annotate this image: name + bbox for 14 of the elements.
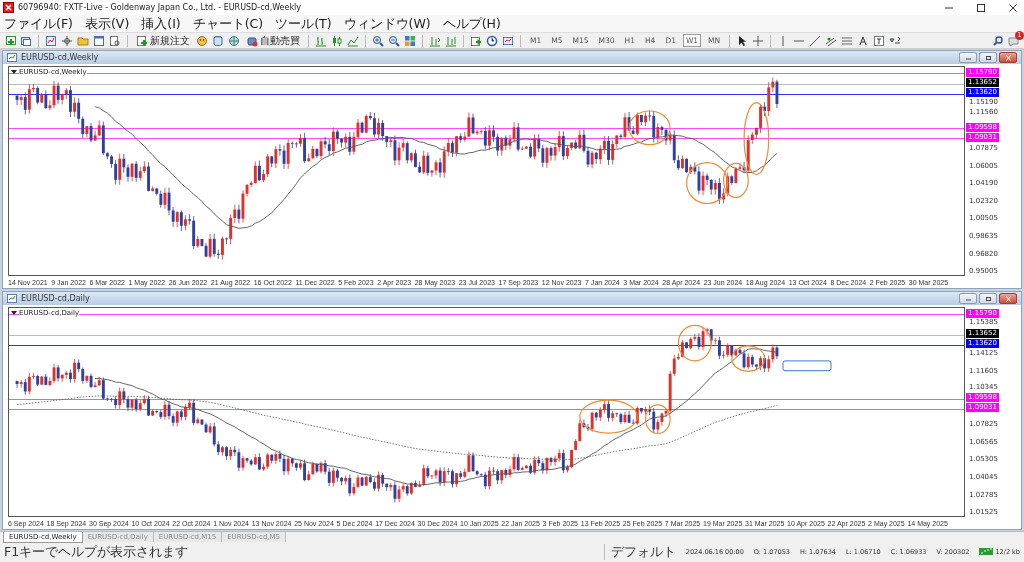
auto-trading-button[interactable]: 自動売買 [244, 33, 302, 48]
menu-item[interactable]: 挿入(I) [141, 15, 181, 32]
menu-item[interactable]: チャート(C) [192, 15, 264, 32]
menu-item[interactable]: ファイル(F) [4, 15, 73, 32]
status-help-text: F1キーでヘルプが表示されます [4, 543, 189, 560]
profile-name: デフォルト [603, 543, 676, 560]
menu-item[interactable]: ツール(T) [275, 15, 332, 32]
new-order-button[interactable]: 新規注文 [134, 33, 192, 48]
menu-item[interactable]: 表示(V) [84, 15, 130, 32]
chart-window-title: EURUSD-cd,Daily [21, 294, 90, 303]
window-title: 60796940: FXTF-Live - Goldenway Japan Co., Ltd. - EURUSD-cd,Weekly [18, 3, 302, 12]
chart-window-title: EURUSD-cd,Weekly [21, 53, 99, 62]
menu-item[interactable]: ウィンドウ(W) [343, 15, 431, 32]
menu-item[interactable]: ヘルプ(H) [442, 15, 501, 32]
